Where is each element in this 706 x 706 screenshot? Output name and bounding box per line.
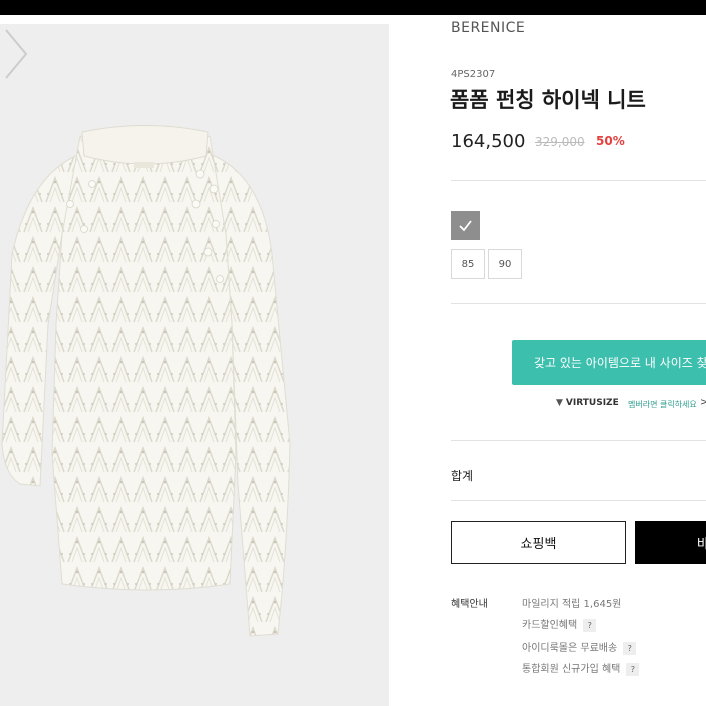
divider <box>451 180 706 181</box>
benefit-free-shipping: 아이디룩몰은 무료배송? <box>522 639 637 655</box>
sale-price: 164,500 <box>451 131 526 152</box>
product-image-gallery[interactable] <box>0 24 389 706</box>
divider <box>451 440 706 441</box>
find-my-size-button[interactable]: 갖고 있는 아이템으로 내 사이즈 찾 <box>512 340 706 385</box>
benefit-new-member: 통합회원 신규가입 혜택? <box>522 660 640 676</box>
benefit-mileage: 마일리지 적립 1,645원 <box>522 595 621 610</box>
discount-rate: 50% <box>596 134 625 148</box>
product-image <box>1 125 291 637</box>
product-title: 폼폼 펀칭 하이넥 니트 <box>450 88 646 112</box>
next-image-arrow-icon[interactable] <box>0 24 34 84</box>
benefit-text: 아이디룩몰은 무료배송 <box>522 643 618 654</box>
benefit-text: 통합회원 신규가입 혜택 <box>522 664 621 675</box>
top-bar <box>0 0 706 15</box>
help-icon[interactable]: ? <box>583 618 597 632</box>
brand-name[interactable]: BERENICE <box>451 20 525 36</box>
size-option-90[interactable]: 90 <box>488 249 522 279</box>
total-label: 합계 <box>451 469 474 483</box>
virtusize-logo-icon: ▼ <box>556 398 563 408</box>
benefit-text: 마일리지 적립 1,645원 <box>522 599 622 610</box>
shopping-bag-button[interactable]: 쇼핑백 <box>451 521 626 564</box>
chevron-right-icon[interactable]: > <box>700 397 706 408</box>
size-option-85[interactable]: 85 <box>451 249 485 279</box>
divider <box>451 303 706 304</box>
help-icon[interactable]: ? <box>626 662 640 676</box>
help-icon[interactable]: ? <box>623 641 637 655</box>
buy-now-button[interactable]: 바 <box>635 521 706 564</box>
color-option-selected[interactable] <box>451 211 480 240</box>
product-code: 4PS2307 <box>451 69 496 80</box>
virtusize-logo: ▼ VIRTUSIZE <box>556 398 619 408</box>
original-price: 329,000 <box>535 135 585 149</box>
check-icon <box>459 220 472 232</box>
divider <box>451 500 706 501</box>
benefits-title: 혜택안내 <box>451 599 488 610</box>
benefit-text: 카드할인혜택 <box>522 620 578 631</box>
benefit-card-discount: 카드할인혜택? <box>522 616 597 632</box>
virtusize-member-link[interactable]: 멤버라면 클릭하세요 <box>628 399 697 410</box>
